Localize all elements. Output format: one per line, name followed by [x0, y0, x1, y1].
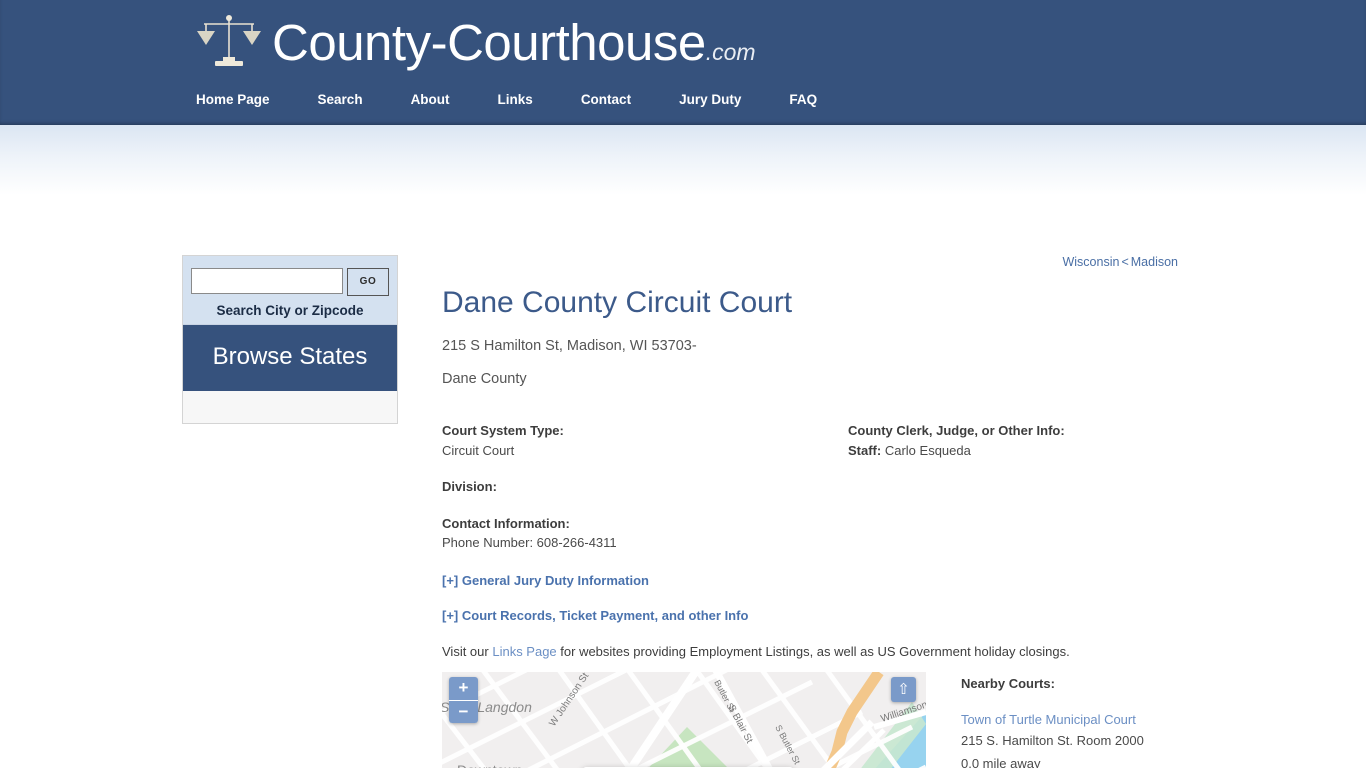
contact-information-label: Contact Information:: [442, 515, 570, 531]
nav-item-contact[interactable]: Contact: [581, 88, 631, 111]
nearby-court-item: Town of Turtle Municipal Court 215 S. Ha…: [961, 710, 1191, 768]
search-input[interactable]: [191, 268, 343, 294]
search-caption: Search City or Zipcode: [216, 303, 364, 318]
nearby-court-link[interactable]: Town of Turtle Municipal Court: [961, 710, 1191, 730]
nav-item-home-page[interactable]: Home Page: [196, 88, 270, 111]
search-row: GO: [191, 268, 389, 296]
info-column-right: County Clerk, Judge, or Other Info: Staf…: [848, 421, 1178, 460]
page-title: Dane County Circuit Court: [442, 286, 793, 319]
site-logo[interactable]: County-Courthouse.com: [196, 6, 756, 78]
sidebar: GO Search City or Zipcode Browse States: [182, 255, 398, 424]
court-county: Dane County: [442, 371, 527, 387]
sidebar-footer: [183, 391, 397, 423]
site-header: County-Courthouse.com Home Page Search A…: [0, 0, 1366, 125]
phone-number: Phone Number: 608-266-4311: [442, 535, 617, 550]
map[interactable]: W Johnson St S Blair St S Butler St Butl…: [442, 672, 926, 768]
info-grid: Court System Type: Circuit Court Divisio…: [442, 421, 1182, 553]
court-system-type-label: Court System Type:: [442, 423, 564, 438]
browse-states-button[interactable]: Browse States: [183, 324, 397, 391]
nav-item-search[interactable]: Search: [318, 88, 363, 111]
nav-item-jury-duty[interactable]: Jury Duty: [679, 88, 741, 111]
nearby-courts-panel: Nearby Courts: Town of Turtle Municipal …: [961, 676, 1191, 768]
go-button[interactable]: GO: [347, 268, 389, 296]
nearby-court-distance: 0.0 mile away: [961, 755, 1041, 768]
background-gradient: [0, 125, 1366, 195]
nearby-court-address: 215 S. Hamilton St. Room 2000: [961, 733, 1144, 749]
links-para-post: for websites providing Employment Listin…: [556, 643, 1070, 659]
clerk-info-label: County Clerk, Judge, or Other Info:: [848, 423, 1065, 438]
map-compass-icon[interactable]: ⇧: [891, 677, 916, 702]
info-column-left: Court System Type: Circuit Court Divisio…: [442, 421, 842, 553]
main-content: Wisconsin < Madison Dane County Circuit Co…: [442, 255, 1202, 713]
nav-item-about[interactable]: About: [411, 88, 450, 111]
scales-of-justice-icon: [196, 11, 262, 73]
map-zoom-in-button[interactable]: +: [449, 677, 478, 700]
svg-text:Downtown: Downtown: [457, 762, 522, 768]
map-canvas: W Johnson St S Blair St S Butler St Butl…: [442, 672, 926, 768]
map-zoom-controls: + −: [449, 677, 478, 723]
map-zoom-out-button[interactable]: −: [449, 700, 478, 723]
links-page-paragraph: Visit our Links Page for websites provid…: [442, 643, 1202, 662]
court-records-link[interactable]: [+] Court Records, Ticket Payment, and o…: [442, 608, 1202, 623]
breadcrumb-state[interactable]: Wisconsin: [1062, 255, 1119, 269]
division-label: Division:: [442, 479, 497, 494]
court-system-type-value: Circuit Court: [442, 442, 515, 458]
breadcrumb-city[interactable]: Madison: [1131, 255, 1178, 269]
nav-item-links[interactable]: Links: [498, 88, 533, 111]
staff-row: Staff: Carlo Esqueda: [848, 441, 1178, 461]
brand-title: County-Courthouse.com: [272, 13, 756, 71]
jury-duty-info-link[interactable]: [+] General Jury Duty Information: [442, 573, 1202, 588]
court-address: 215 S Hamilton St, Madison, WI 53703-: [442, 338, 697, 354]
brand-tld: .com: [705, 38, 756, 65]
staff-label: Staff:: [848, 442, 882, 458]
breadcrumb: Wisconsin < Madison: [442, 255, 1202, 271]
page-body: GO Search City or Zipcode Browse States …: [0, 125, 1366, 768]
search-panel: GO Search City or Zipcode: [183, 256, 397, 324]
nearby-courts-title: Nearby Courts:: [961, 676, 1055, 691]
links-para-pre: Visit our: [442, 643, 493, 659]
main-navigation: Home Page Search About Links Contact Jur…: [196, 88, 817, 111]
links-page-link[interactable]: Links Page: [492, 644, 556, 659]
breadcrumb-separator: <: [1121, 255, 1129, 269]
staff-value: Carlo Esqueda: [884, 442, 971, 458]
nav-item-faq[interactable]: FAQ: [789, 88, 817, 111]
